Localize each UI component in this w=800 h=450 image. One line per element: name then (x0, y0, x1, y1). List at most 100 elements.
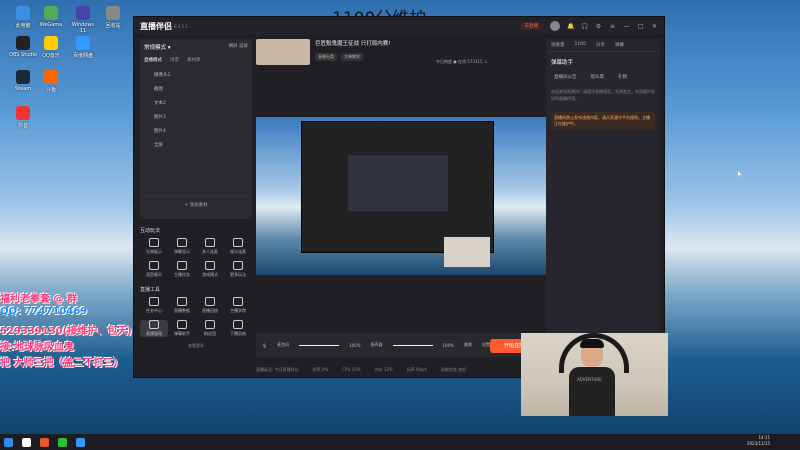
desktop-icon[interactable]: OBS Studio (8, 36, 38, 58)
desktop-icon[interactable]: 斗鱼 (36, 70, 66, 93)
search-icon[interactable] (22, 437, 31, 447)
status-item: 内存 13% (374, 367, 393, 372)
tab-share[interactable]: 分享 (596, 42, 605, 48)
interaction-item[interactable]: 更多玩法 (224, 261, 252, 278)
tab-live-mode[interactable]: 直播模式 (144, 57, 162, 63)
source-item[interactable]: 图片4 (144, 124, 248, 138)
close-button[interactable]: ✕ (651, 23, 658, 30)
speaker-volume: 100% (442, 342, 454, 348)
source-item[interactable]: 图片3 (144, 110, 248, 124)
stream-preview (256, 117, 546, 280)
avatar[interactable] (550, 21, 560, 31)
stream-title[interactable]: 巨匠魁鬼魔王征战 只打局内赛! (315, 39, 390, 47)
desktop-icon[interactable]: 回收站 (98, 6, 128, 29)
webcam-overlay: ADVENTURE (521, 333, 668, 416)
start-icon[interactable] (4, 437, 13, 447)
speaker-volume-slider[interactable] (392, 344, 433, 346)
right-panel: 观看量 1100 分享 弹幕 弹幕助手 直播间公告 观众席 礼物 欢迎来到直播间… (546, 39, 660, 375)
overlay-line-2: QQ: 774710469 (0, 306, 88, 317)
add-source-button[interactable]: + 添加素材 (144, 196, 248, 208)
stream-status: 今日热度 ● 在线 573115 人 (436, 59, 488, 64)
taskbar (0, 434, 800, 450)
app-icon[interactable] (76, 437, 85, 447)
tool-item[interactable]: 弹幕助手 (168, 320, 196, 337)
stream-tag[interactable]: 直播分类 (315, 53, 337, 61)
interaction-grid: 礼物展示 弹幕显示 多人连麦 观众连麦 语音聊天 主播任务 游戏模式 更多玩法 (140, 238, 252, 278)
settings-icon[interactable]: ⚙ (595, 23, 602, 30)
announcement-button[interactable]: 直播间公告 (554, 74, 577, 80)
stream-tag[interactable]: 大神教学 (341, 53, 363, 61)
interaction-item[interactable]: 主播任务 (168, 261, 196, 278)
desktop-app-icon (16, 106, 30, 120)
danmaku-notice: 欢迎来到直播间！请遵守直播规范，文明发言，共同维护良好的直播环境。 (551, 89, 655, 101)
go-live-pill[interactable]: 去直播 (519, 22, 543, 30)
settings-button[interactable]: 设置 (482, 342, 490, 348)
audience-button[interactable]: 观众席 (591, 74, 605, 80)
desktop-icon[interactable]: WeGame (36, 6, 66, 28)
desktop-icon[interactable]: Windows 11 (68, 6, 98, 34)
overlay-line-5: 把 大师三把（盖二不打三） (0, 358, 124, 369)
source-item[interactable]: 摄像头1 (144, 68, 248, 82)
desktop-app-icon (16, 70, 30, 84)
tool-item[interactable]: 直播回放 (196, 297, 224, 314)
stream-thumbnail[interactable] (256, 39, 310, 65)
more-tools-link[interactable]: 查看更多 (140, 343, 252, 349)
interaction-item[interactable]: 观众连麦 (224, 238, 252, 255)
tab-library[interactable]: 素材库 (187, 57, 201, 63)
desktop-icon[interactable]: 此电脑 (8, 6, 38, 29)
source-item[interactable]: 截图 (144, 82, 248, 96)
tools-title: 直播工具 (140, 287, 161, 293)
mic-volume-slider[interactable] (299, 344, 340, 346)
overlay-line-1: 福利老拳套 @ 群 (0, 294, 77, 305)
scene-mode-select[interactable]: 常规模式 ▾ (144, 43, 171, 51)
preview-nested-window-2 (348, 155, 448, 211)
desktop-app-icon (44, 36, 58, 50)
tab-viewers[interactable]: 观看量 (551, 42, 565, 48)
source-item[interactable]: 全屏 (144, 138, 248, 152)
app-icon[interactable] (40, 437, 49, 447)
tool-item[interactable]: 粉丝团 (196, 320, 224, 337)
desktop-icon[interactable]: 抖音 (8, 106, 38, 129)
speaker-label: 扬声器 (370, 342, 383, 347)
tool-item[interactable]: 任务中心 (140, 297, 168, 314)
mic-label: 麦克风 (277, 342, 290, 347)
interaction-title: 互动玩法 (140, 228, 161, 234)
app-header: 直播伴侣 6.4.5.1 去直播 🔔 🎧 ⚙ ≡ — □ ✕ (134, 17, 664, 35)
desktop-icon-label: Windows 11 (71, 22, 95, 34)
status-item: CPU 10% (342, 367, 361, 372)
beauty-button[interactable]: 美颜 (464, 342, 472, 348)
interaction-item[interactable]: 语音聊天 (140, 261, 168, 278)
taskbar-clock[interactable]: 14:11 2023/11/15 (747, 435, 770, 447)
maximize-button[interactable]: □ (637, 23, 644, 30)
minimize-button[interactable]: — (623, 23, 630, 30)
interaction-item[interactable]: 游戏模式 (196, 261, 224, 278)
interaction-item[interactable]: 多人连麦 (196, 238, 224, 255)
tool-item[interactable]: 直播数据 (168, 297, 196, 314)
app-icon[interactable] (58, 437, 67, 447)
desktop-app-icon (76, 6, 90, 20)
source-item[interactable]: 文本2 (144, 96, 248, 110)
desktop-icon-label: OBS Studio (9, 52, 37, 58)
headphone-icon[interactable]: 🎧 (581, 23, 588, 30)
desktop-icon-label: WeGame (39, 22, 63, 28)
desktop-icon[interactable]: QQ音乐 (36, 36, 66, 59)
desktop-icon[interactable]: 百度网盘 (68, 36, 98, 59)
tool-item[interactable]: 主播学院 (224, 297, 252, 314)
tab-danmaku[interactable]: 弹幕 (615, 42, 624, 48)
orientation-toggle[interactable]: 横屏 竖屏 (229, 43, 248, 51)
bell-icon[interactable]: 🔔 (567, 23, 574, 30)
desktop-icon-label: Steam (14, 86, 32, 92)
interaction-item[interactable]: 弹幕显示 (168, 238, 196, 255)
desktop-app-icon (44, 6, 58, 20)
mic-icon[interactable]: 🎙 (262, 343, 267, 348)
gift-button[interactable]: 礼物 (618, 74, 627, 80)
tool-item[interactable]: 下播总结 (224, 320, 252, 337)
tab-scene[interactable]: 场景 (170, 57, 179, 63)
desktop-icon[interactable]: Steam (8, 70, 38, 92)
tool-item[interactable]: 直播管理 (140, 320, 168, 337)
streamer-figure: ADVENTURE (569, 339, 615, 416)
mouse-cursor (738, 171, 742, 177)
desktop-icon-label: 抖音 (17, 123, 28, 129)
interaction-item[interactable]: 礼物展示 (140, 238, 168, 255)
menu-icon[interactable]: ≡ (609, 23, 616, 30)
